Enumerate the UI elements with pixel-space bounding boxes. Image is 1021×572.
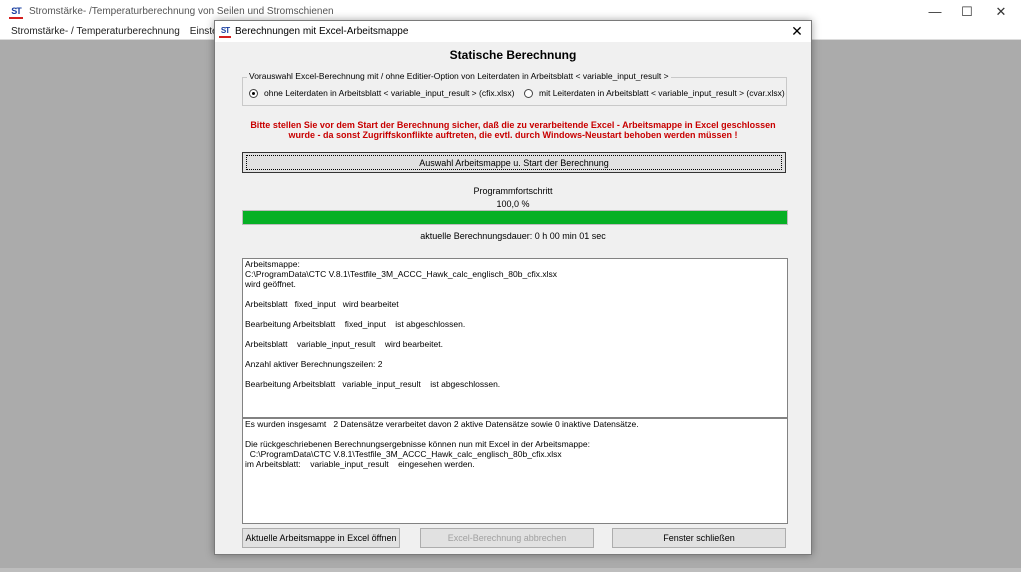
radio-option-cvar[interactable]: mit Leiterdaten in Arbeitsblatt < variab… <box>524 88 785 98</box>
summary-line: Es wurden insgesamt 2 Datensätze verarbe… <box>245 419 639 429</box>
radio-option-cfix[interactable]: ohne Leiterdaten in Arbeitsblatt < varia… <box>249 88 514 98</box>
dialog-heading: Statische Berechnung <box>449 48 577 62</box>
dialog-close-icon[interactable]: ✕ <box>785 21 809 42</box>
radio-cfix-label: ohne Leiterdaten in Arbeitsblatt < varia… <box>264 88 515 98</box>
app-logo-icon: ST <box>9 4 23 19</box>
menu-item-calculation[interactable]: Stromstärke- / Temperaturberechnung <box>0 26 185 37</box>
summary-line: C:\ProgramData\CTC V.8.1\Testfile_3M_ACC… <box>245 449 562 459</box>
progress-percent: 100,0 % <box>496 199 530 209</box>
close-button[interactable]: ✕ <box>984 0 1018 23</box>
log-line: Anzahl aktiver Berechnungszeilen: 2 <box>245 359 383 369</box>
maximize-button[interactable]: ☐ <box>950 0 984 23</box>
log-line: C:\ProgramData\CTC V.8.1\Testfile_3M_ACC… <box>245 269 557 279</box>
select-workbook-start-button[interactable]: Auswahl Arbeitsmappe u. Start der Berech… <box>242 152 786 173</box>
log-line: Arbeitsmappe: <box>245 259 300 269</box>
close-window-button[interactable]: Fenster schließen <box>612 528 786 548</box>
status-strip <box>0 568 1021 572</box>
result-summary-log[interactable]: Es wurden insgesamt 2 Datensätze verarbe… <box>242 418 788 524</box>
processing-log[interactable]: Arbeitsmappe: C:\ProgramData\CTC V.8.1\Te… <box>242 258 788 418</box>
summary-line: im Arbeitsblatt: variable_input_result e… <box>245 459 475 469</box>
radio-cfix-indicator[interactable] <box>249 88 258 98</box>
minimize-button[interactable]: — <box>918 0 952 23</box>
progress-label: Programmfortschritt <box>473 186 553 196</box>
warning-message: Bitte stellen Sie vor dem Start der Bere… <box>215 120 811 140</box>
groupbox-legend: Vorauswahl Excel-Berechnung mit / ohne E… <box>247 71 671 81</box>
radio-cvar-label: mit Leiterdaten in Arbeitsblatt < variab… <box>539 88 785 98</box>
log-line: Bearbeitung Arbeitsblatt variable_input_… <box>245 379 501 389</box>
main-window-title: Stromstärke- /Temperaturberechnung von S… <box>29 6 334 17</box>
progress-bar-fill <box>243 211 787 224</box>
excel-calculation-dialog: ST Berechnungen mit Excel-Arbeitsmappe ✕… <box>214 20 812 555</box>
warning-line-1: Bitte stellen Sie vor dem Start der Bere… <box>250 120 776 130</box>
log-line: Arbeitsblatt fixed_input wird bearbeitet <box>245 299 399 309</box>
log-line: wird geöffnet. <box>245 279 296 289</box>
radio-cvar-indicator[interactable] <box>524 88 533 98</box>
start-button-label: Auswahl Arbeitsmappe u. Start der Berech… <box>246 155 782 170</box>
summary-line <box>243 429 787 439</box>
dialog-title: Berechnungen mit Excel-Arbeitsmappe <box>235 26 409 37</box>
dialog-title-bar: ST Berechnungen mit Excel-Arbeitsmappe ✕ <box>215 21 811 42</box>
dialog-app-icon: ST <box>219 26 231 38</box>
log-line: Bearbeitung Arbeitsblatt fixed_input ist… <box>245 319 466 329</box>
progress-bar <box>242 210 788 225</box>
summary-line: Die rückgeschriebenen Berechnungsergebni… <box>245 439 590 449</box>
warning-line-2: wurde - da sonst Zugriffskonflikte auftr… <box>288 130 738 140</box>
preselection-groupbox: Vorauswahl Excel-Berechnung mit / ohne E… <box>242 71 787 106</box>
open-excel-button[interactable]: Aktuelle Arbeitsmappe in Excel öffnen <box>242 528 400 548</box>
log-line: Arbeitsblatt variable_input_result wird … <box>245 339 443 349</box>
abort-calculation-button[interactable]: Excel-Berechnung abbrechen <box>420 528 594 548</box>
calculation-duration: aktuelle Berechnungsdauer: 0 h 00 min 01… <box>420 231 606 241</box>
